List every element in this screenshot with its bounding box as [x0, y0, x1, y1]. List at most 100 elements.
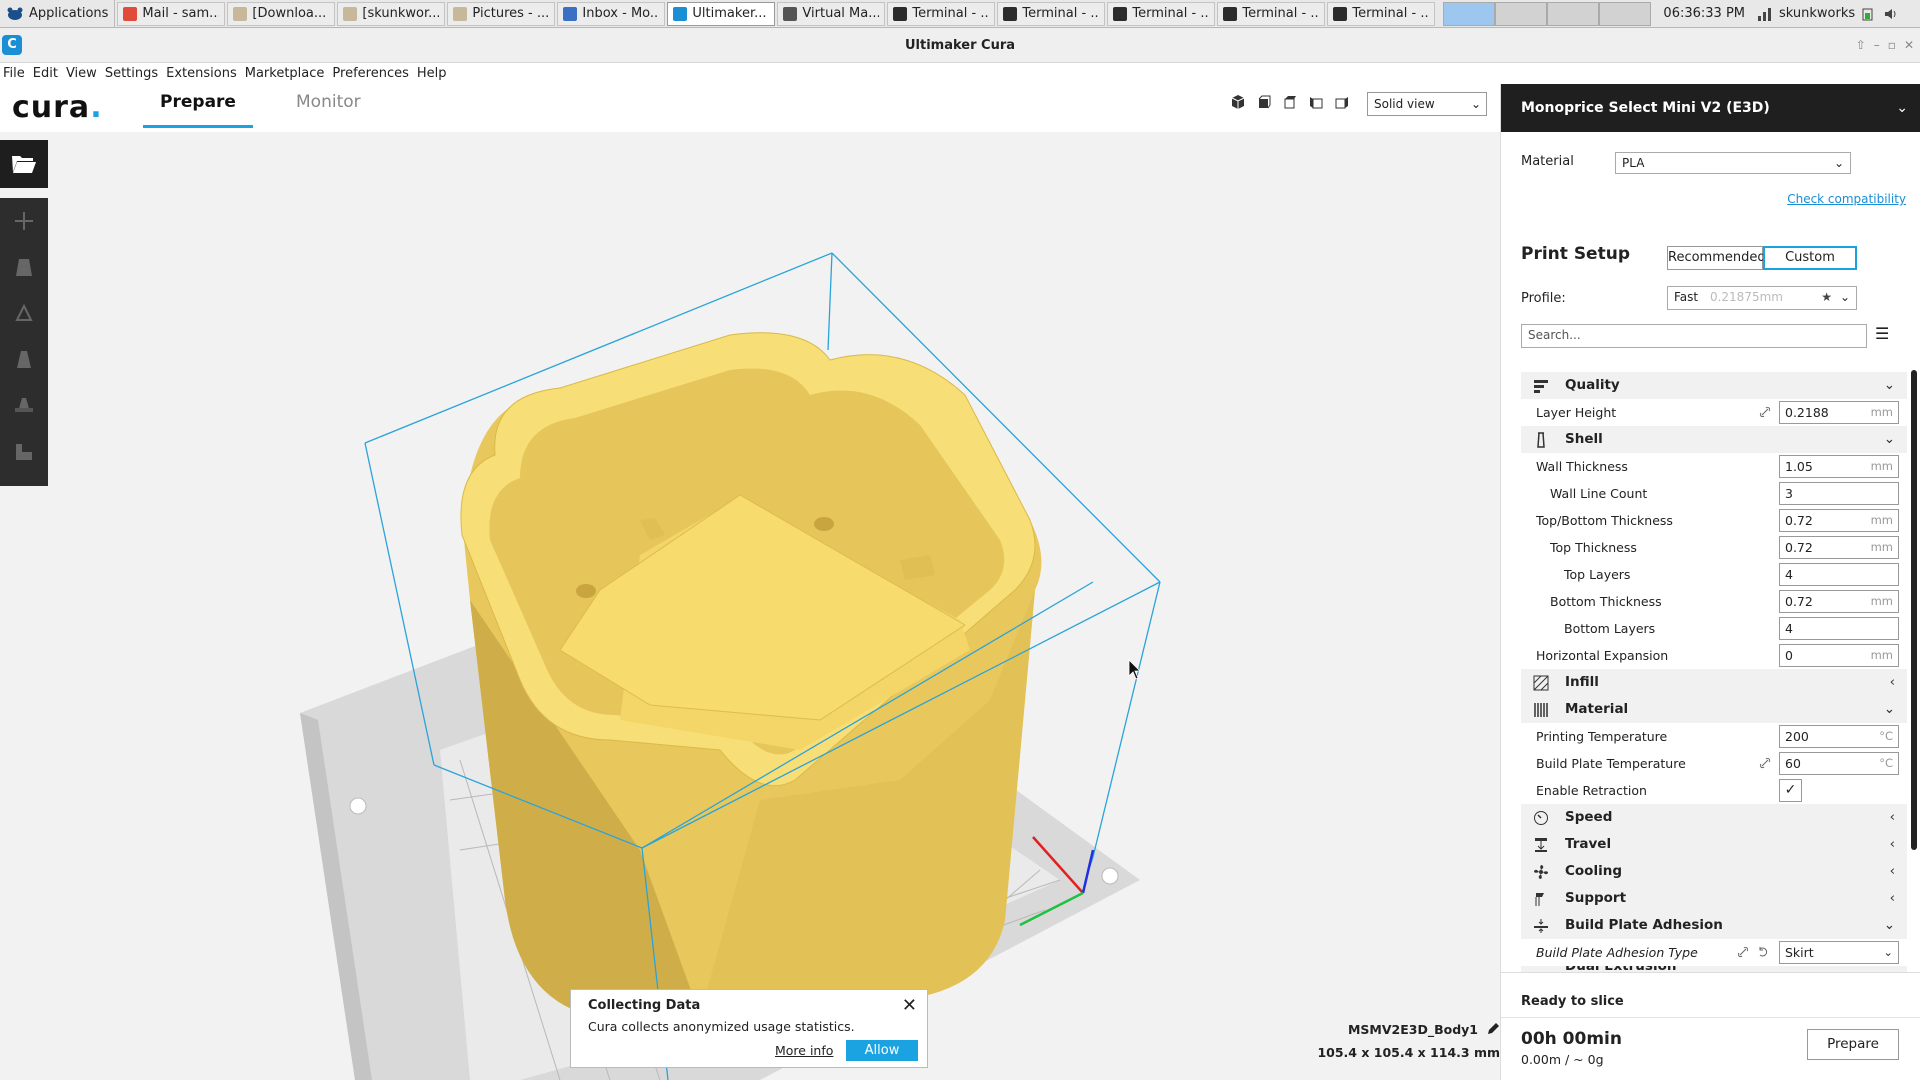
reset-icon[interactable] — [1757, 946, 1769, 958]
check-compatibility-link[interactable]: Check compatibility — [1787, 192, 1906, 206]
recommended-mode-button[interactable]: Recommended — [1667, 246, 1766, 270]
category-support[interactable]: Support ‹ — [1521, 885, 1907, 912]
menu-file[interactable]: File — [0, 66, 30, 81]
taskbar-task[interactable]: Virtual Ma... — [777, 1, 886, 26]
support-blocker-icon[interactable] — [13, 440, 35, 462]
custom-mode-button[interactable]: Custom — [1763, 246, 1857, 270]
user-name[interactable]: skunkworks — [1779, 6, 1855, 21]
view-mode-select[interactable]: Solid view ⌄ — [1367, 92, 1487, 116]
top-layers-input[interactable]: 4 — [1779, 563, 1899, 586]
workspace-switcher[interactable] — [1443, 1, 1652, 26]
minimize-icon[interactable]: – — [1874, 28, 1880, 63]
mirror-tool-icon[interactable] — [13, 348, 35, 370]
link-icon[interactable] — [1759, 406, 1771, 418]
workspace-4[interactable] — [1599, 1, 1652, 26]
link-icon[interactable] — [1737, 946, 1749, 958]
top-thickness-input[interactable]: 0.72 mm — [1779, 536, 1899, 559]
taskbar-task[interactable]: Terminal - ... — [1327, 1, 1436, 26]
menu-preferences[interactable]: Preferences — [329, 66, 413, 81]
category-build-plate-adhesion[interactable]: Build Plate Adhesion ⌄ — [1521, 912, 1907, 939]
category-speed[interactable]: Speed ‹ — [1521, 804, 1907, 831]
menu-settings[interactable]: Settings — [102, 66, 163, 81]
taskbar-task[interactable]: Inbox - Mo... — [557, 1, 666, 26]
view-front-icon[interactable] — [1256, 94, 1272, 110]
rotate-tool-icon[interactable] — [13, 302, 35, 324]
category-shell[interactable]: Shell ⌄ — [1521, 426, 1907, 453]
profile-select[interactable]: Fast 0.21875mm ★ ⌄ — [1667, 286, 1857, 310]
close-window-icon[interactable]: ✕ — [1904, 28, 1914, 63]
menu-marketplace[interactable]: Marketplace — [242, 66, 330, 81]
taskbar-task[interactable]: Terminal - ... — [997, 1, 1106, 26]
menu-edit[interactable]: Edit — [30, 66, 63, 81]
setting-horizontal-expansion: Horizontal Expansion 0 mm — [1521, 642, 1907, 669]
printing-temperature-input[interactable]: 200 °C — [1779, 725, 1899, 748]
3d-viewport[interactable] — [48, 132, 1500, 1080]
menu-help[interactable]: Help — [414, 66, 452, 81]
per-model-settings-icon[interactable] — [13, 394, 35, 416]
prepare-button[interactable]: Prepare — [1807, 1029, 1899, 1060]
scene-canvas[interactable] — [48, 132, 1500, 1080]
star-icon[interactable]: ★ — [1821, 287, 1832, 307]
wall-line-count-input[interactable]: 3 — [1779, 482, 1899, 505]
material-select[interactable]: PLA ⌄ — [1615, 152, 1851, 174]
tab-monitor[interactable]: Monitor — [296, 84, 361, 128]
enable-retraction-checkbox[interactable]: ✓ — [1779, 779, 1802, 802]
category-travel[interactable]: Travel ‹ — [1521, 831, 1907, 858]
close-icon[interactable]: ✕ — [902, 995, 917, 1016]
menu-extensions[interactable]: Extensions — [163, 66, 242, 81]
divider — [1501, 1017, 1920, 1018]
network-icon[interactable] — [1757, 6, 1773, 22]
open-file-button[interactable] — [0, 140, 48, 188]
workspace-3[interactable] — [1547, 1, 1600, 26]
taskbar-task[interactable]: Terminal - ... — [1107, 1, 1216, 26]
workspace-1[interactable] — [1443, 1, 1496, 26]
settings-search-input[interactable]: Search... — [1521, 324, 1867, 348]
view-right-icon[interactable] — [1334, 94, 1350, 110]
link-icon[interactable] — [1759, 757, 1771, 769]
wall-thickness-input[interactable]: 1.05 mm — [1779, 455, 1899, 478]
workspace-2[interactable] — [1495, 1, 1548, 26]
clock[interactable]: 06:36:33 PM — [1657, 6, 1751, 21]
task-label: Mail - sam... — [142, 6, 220, 21]
category-cooling[interactable]: Cooling ‹ — [1521, 858, 1907, 885]
settings-scrollbar[interactable] — [1911, 370, 1917, 850]
left-toolbar — [0, 140, 48, 486]
menu-view[interactable]: View — [63, 66, 102, 81]
top-bottom-thickness-input[interactable]: 0.72 mm — [1779, 509, 1899, 532]
adhesion-type-select[interactable]: Skirt ⌄ — [1779, 941, 1899, 964]
printer-selector[interactable]: Monoprice Select Mini V2 (E3D) ⌄ — [1501, 84, 1920, 132]
taskbar-task[interactable]: [Downloa... — [227, 1, 336, 26]
maximize-icon[interactable]: ▫ — [1888, 28, 1896, 63]
category-material[interactable]: Material ⌄ — [1521, 696, 1907, 723]
taskbar-task[interactable]: Terminal - ... — [887, 1, 996, 26]
view-top-icon[interactable] — [1282, 94, 1298, 110]
more-info-link[interactable]: More info — [775, 1043, 833, 1058]
category-label: Support — [1565, 890, 1627, 906]
taskbar-task[interactable]: Pictures - ... — [447, 1, 556, 26]
allow-button[interactable]: Allow — [846, 1040, 918, 1061]
applications-menu[interactable]: Applications — [0, 0, 116, 28]
view-left-icon[interactable] — [1308, 94, 1324, 110]
scale-tool-icon[interactable] — [13, 256, 35, 278]
taskbar-task[interactable]: Ultimaker... — [667, 1, 776, 26]
layer-height-input[interactable]: 0.2188 mm — [1779, 401, 1899, 424]
taskbar-task[interactable]: [skunkwor... — [337, 1, 446, 26]
move-tool-icon[interactable] — [13, 210, 35, 232]
tab-prepare[interactable]: Prepare — [143, 84, 253, 128]
task-app-icon — [673, 6, 688, 21]
view-3d-icon[interactable] — [1230, 94, 1246, 110]
build-plate-temperature-input[interactable]: 60 °C — [1779, 752, 1899, 775]
horizontal-expansion-input[interactable]: 0 mm — [1779, 644, 1899, 667]
category-quality[interactable]: Quality ⌄ — [1521, 372, 1907, 399]
battery-icon[interactable] — [1861, 6, 1877, 22]
volume-icon[interactable] — [1883, 6, 1899, 22]
bottom-thickness-input[interactable]: 0.72 mm — [1779, 590, 1899, 613]
taskbar-task[interactable]: Terminal - ... — [1217, 1, 1326, 26]
window-up-icon[interactable]: ⇧ — [1856, 28, 1866, 63]
pencil-icon[interactable] — [1486, 1022, 1500, 1036]
taskbar-task[interactable]: Mail - sam... — [117, 1, 226, 26]
object-info: MSMV2E3D_Body1 105.4 x 105.4 x 114.3 mm — [1317, 1022, 1500, 1060]
settings-menu-icon[interactable]: ☰ — [1875, 324, 1889, 343]
bottom-layers-input[interactable]: 4 — [1779, 617, 1899, 640]
category-infill[interactable]: Infill ‹ — [1521, 669, 1907, 696]
